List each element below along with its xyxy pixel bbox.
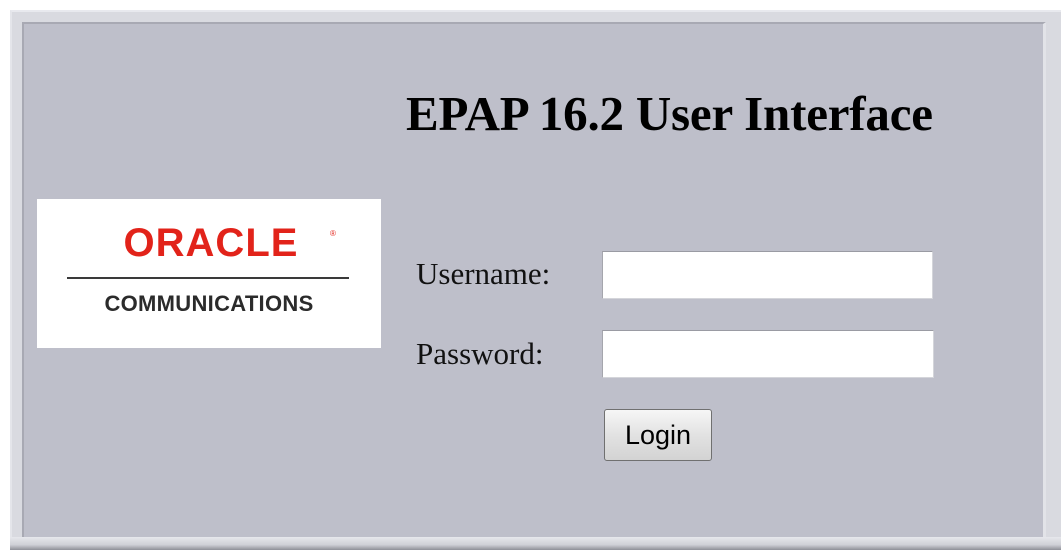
logo-brand-text: ORACLE <box>123 221 299 265</box>
login-button[interactable]: Login <box>604 409 712 461</box>
username-label: Username: <box>416 256 551 291</box>
username-input[interactable] <box>602 251 933 299</box>
password-input[interactable] <box>602 330 934 378</box>
logo-divider <box>67 277 349 279</box>
page-title: EPAP 16.2 User Interface <box>406 86 933 141</box>
logo-subtitle-text: COMMUNICATIONS <box>104 291 314 316</box>
password-label: Password: <box>416 336 544 371</box>
oracle-communications-logo: ORACLE ® COMMUNICATIONS <box>37 199 381 348</box>
bottom-bevel <box>10 537 1061 550</box>
logo-registered-mark: ® <box>330 229 336 238</box>
